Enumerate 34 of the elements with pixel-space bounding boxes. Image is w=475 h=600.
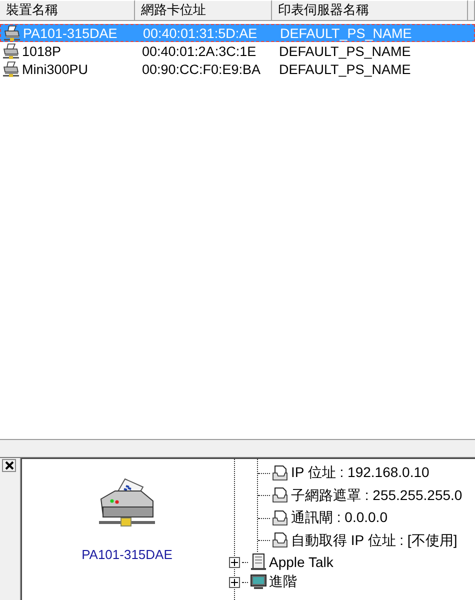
tree-item[interactable]: IP 位址 : 192.168.0.10: [291, 464, 430, 482]
printer-icon: [3, 24, 21, 42]
tree-item[interactable]: Apple Talk: [269, 554, 334, 570]
table-cell: 00:90:CC:F0:E9:BA: [142, 62, 261, 76]
printer-icon: [97, 477, 157, 529]
tree-item[interactable]: 進階: [269, 573, 297, 591]
table-cell: 00:40:01:31:5D:AE: [143, 26, 258, 40]
table-cell: 1018P: [22, 44, 62, 58]
document-icon: [272, 464, 289, 482]
table-cell: DEFAULT_PS_NAME: [280, 26, 412, 40]
column-header[interactable]: 裝置名稱: [0, 0, 135, 21]
device-row[interactable]: 1018P 00:40:01:2A:3C:1E DEFAULT_PS_NAME: [0, 42, 475, 60]
column-header[interactable]: 印表伺服器名稱: [272, 0, 468, 21]
device-row[interactable]: Mini300PU 00:90:CC:F0:E9:BA DEFAULT_PS_NAME: [0, 60, 475, 78]
table-cell: DEFAULT_PS_NAME: [279, 44, 411, 58]
tree-item[interactable]: 自動取得 IP 位址 : [不使用]: [291, 532, 458, 550]
document-icon: [272, 532, 289, 550]
document-icon: [272, 510, 289, 527]
table-cell: DEFAULT_PS_NAME: [279, 62, 411, 76]
column-header[interactable]: 網路卡位址: [135, 0, 272, 21]
tree-item[interactable]: 子網路遮罩 : 255.255.255.0: [291, 486, 462, 505]
close-button[interactable]: [2, 459, 16, 472]
expand-icon[interactable]: [229, 576, 240, 588]
splitter[interactable]: [0, 440, 475, 458]
close-icon: [4, 461, 14, 470]
book-icon: [250, 553, 267, 571]
table-cell: 00:40:01:2A:3C:1E: [142, 44, 256, 58]
document-icon: [272, 487, 289, 504]
monitor-icon: [250, 573, 267, 591]
table-cell: Mini300PU: [22, 62, 88, 76]
device-name: PA101-315DAE: [82, 547, 172, 562]
tree-item[interactable]: 通訊閘 : 0.0.0.0: [291, 509, 388, 528]
table-cell: PA101-315DAE: [23, 26, 118, 40]
expand-icon[interactable]: [229, 556, 240, 568]
